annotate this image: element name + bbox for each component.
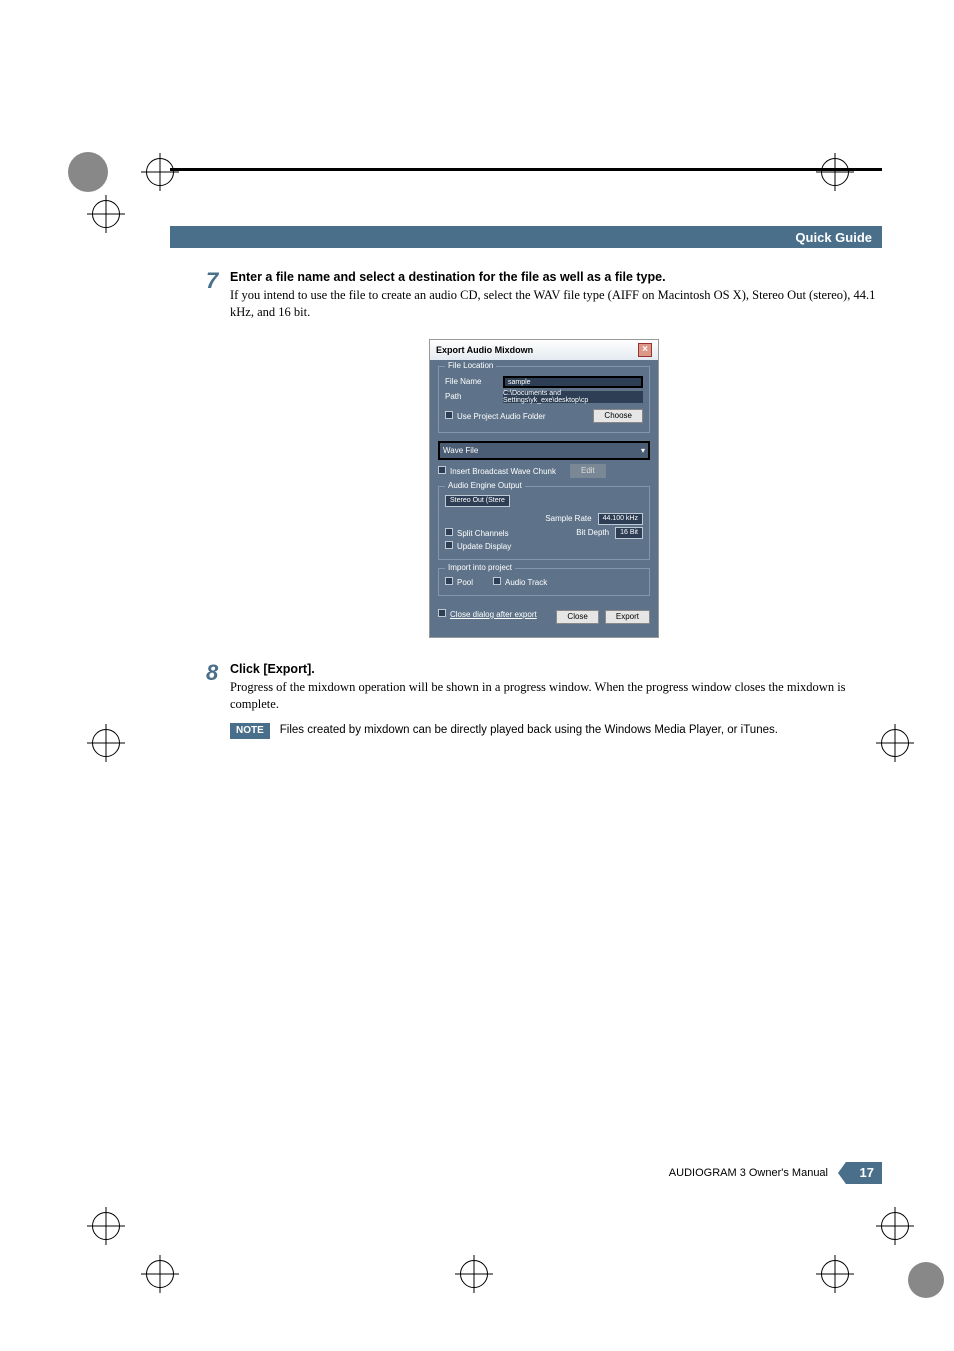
note-row: NOTE Files created by mixdown can be dir…	[230, 723, 882, 739]
section-title: Quick Guide	[795, 230, 872, 245]
choose-button[interactable]: Choose	[593, 409, 643, 423]
dialog-title: Export Audio Mixdown	[436, 345, 533, 355]
print-mark	[908, 1262, 944, 1298]
sample-rate-select[interactable]: 44.100 kHz	[598, 513, 643, 525]
audio-track-checkbox[interactable]: Audio Track	[493, 577, 547, 587]
page-number: 17	[860, 1165, 874, 1180]
edit-button: Edit	[570, 464, 606, 478]
sample-rate-label: Sample Rate	[545, 514, 591, 523]
step-8: 8 Click [Export]. Progress of the mixdow…	[206, 662, 882, 739]
print-mark	[68, 152, 108, 192]
step-number: 8	[206, 662, 230, 739]
page-footer: AUDIOGRAM 3 Owner's Manual 17	[170, 1162, 882, 1184]
registration-mark	[146, 1260, 174, 1288]
import-into-project-group: Import into project Pool Audio Track	[438, 568, 650, 596]
bit-depth-label: Bit Depth	[576, 528, 609, 537]
bit-depth-select[interactable]: 16 Bit	[615, 527, 643, 539]
export-audio-mixdown-dialog: Export Audio Mixdown × File Location Fil…	[429, 339, 659, 638]
group-legend: Import into project	[445, 563, 515, 572]
note-badge: NOTE	[230, 723, 270, 739]
step-body: If you intend to use the file to create …	[230, 287, 882, 321]
registration-mark	[92, 729, 120, 757]
close-after-export-checkbox[interactable]: Close dialog after export	[438, 609, 537, 619]
registration-mark	[460, 1260, 488, 1288]
registration-mark	[92, 200, 120, 228]
group-legend: Audio Engine Output	[445, 481, 525, 490]
insert-bwf-checkbox[interactable]: Insert Broadcast Wave Chunk	[438, 466, 556, 476]
registration-mark	[821, 158, 849, 186]
registration-mark	[881, 1212, 909, 1240]
page-number-badge: 17	[838, 1162, 882, 1184]
path-field[interactable]: C:\Documents and Settings\yk_exe\desktop…	[503, 391, 643, 403]
close-icon[interactable]: ×	[638, 343, 652, 357]
audio-engine-output-group: Audio Engine Output Stereo Out (Stere Sa…	[438, 486, 650, 560]
step-7: 7 Enter a file name and select a destina…	[206, 270, 882, 321]
step-body: Progress of the mixdown operation will b…	[230, 679, 882, 713]
step-number: 7	[206, 270, 230, 321]
registration-mark	[881, 729, 909, 757]
file-location-group: File Location File Name sample Path C:\D…	[438, 366, 650, 433]
registration-mark	[92, 1212, 120, 1240]
header-divider	[170, 168, 882, 171]
dialog-titlebar: Export Audio Mixdown ×	[430, 340, 658, 360]
registration-mark	[146, 158, 174, 186]
path-label: Path	[445, 392, 497, 401]
step-heading: Enter a file name and select a destinati…	[230, 270, 882, 284]
file-format-select[interactable]: Wave File	[443, 446, 478, 455]
step-heading: Click [Export].	[230, 662, 882, 676]
note-text: Files created by mixdown can be directly…	[280, 723, 778, 739]
stereo-out-select[interactable]: Stereo Out (Stere	[445, 495, 510, 507]
use-project-folder-checkbox[interactable]: Use Project Audio Folder	[445, 411, 546, 421]
manual-title: AUDIOGRAM 3 Owner's Manual	[669, 1167, 828, 1179]
section-header: Quick Guide	[170, 226, 882, 248]
chevron-down-icon[interactable]: ▾	[641, 446, 645, 455]
split-channels-checkbox[interactable]: Split Channels	[445, 528, 509, 538]
group-legend: File Location	[445, 361, 496, 370]
export-button[interactable]: Export	[605, 610, 650, 624]
page-content: 7 Enter a file name and select a destina…	[206, 270, 882, 753]
pool-checkbox[interactable]: Pool	[445, 577, 473, 587]
close-button[interactable]: Close	[556, 610, 598, 624]
registration-mark	[821, 1260, 849, 1288]
file-name-label: File Name	[445, 377, 497, 386]
update-display-checkbox[interactable]: Update Display	[445, 541, 511, 551]
file-name-field[interactable]: sample	[503, 376, 643, 388]
